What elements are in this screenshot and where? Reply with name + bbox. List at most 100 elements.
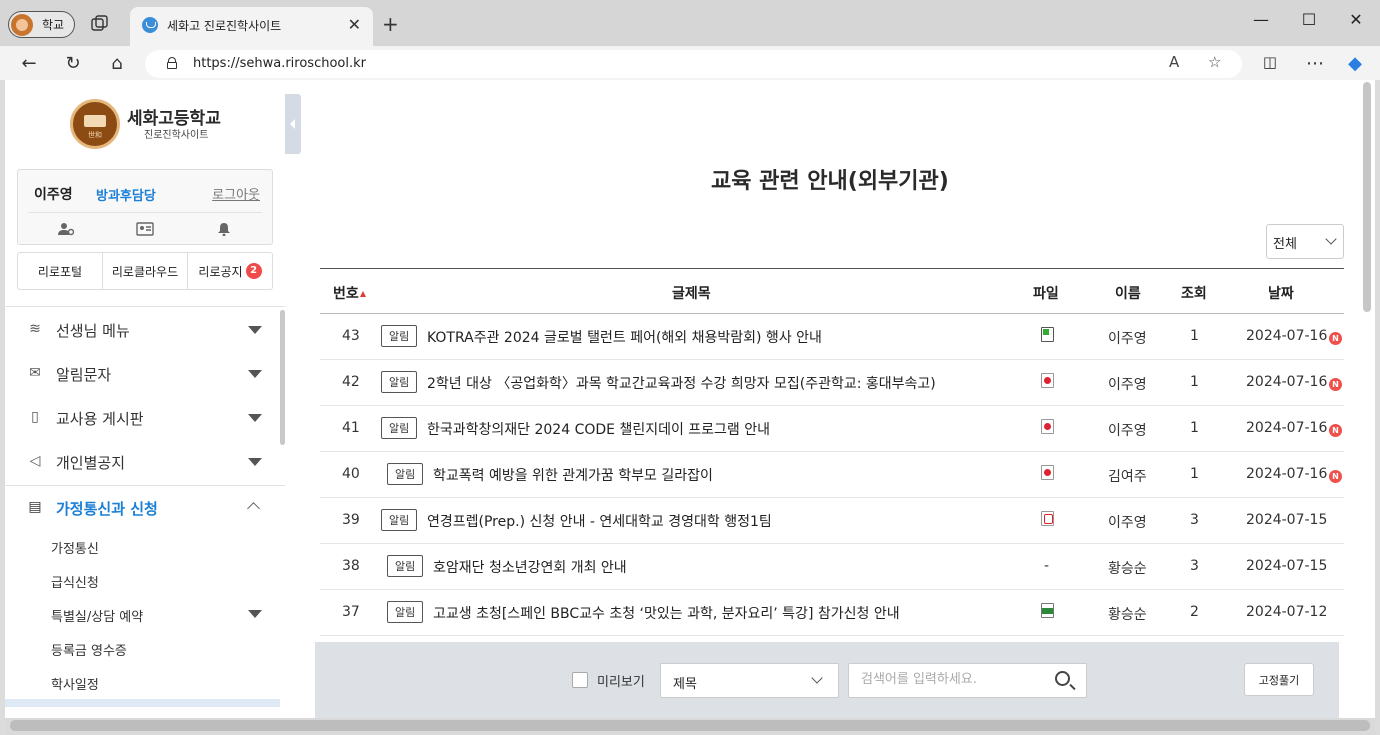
col-header-file: 파일: [1033, 286, 1059, 302]
caret-down-icon: [248, 326, 262, 334]
new-badge: N: [1329, 378, 1342, 391]
menu-label: 알림문자: [56, 366, 112, 384]
notice-count-badge: 2: [245, 263, 262, 279]
new-tab-icon[interactable]: +: [382, 12, 399, 36]
row-number: 37: [342, 604, 360, 620]
sidebar-scrollbar[interactable]: [280, 310, 285, 445]
url-text[interactable]: https://sehwa.riroschool.kr: [193, 56, 366, 71]
preview-checkbox[interactable]: [572, 672, 588, 688]
row-number: 41: [342, 420, 360, 436]
id-card-icon[interactable]: [136, 222, 154, 236]
xls-icon[interactable]: [1041, 603, 1054, 618]
author-name: 황승순: [1108, 607, 1147, 623]
riro-notice-link[interactable]: 리로공지 2: [188, 253, 272, 289]
split-screen-icon[interactable]: ◫: [1259, 53, 1281, 71]
read-aloud-icon[interactable]: A: [1169, 53, 1179, 71]
site-favicon-icon: [142, 17, 158, 33]
maximize-icon[interactable]: ☐: [1299, 10, 1319, 29]
col-header-number[interactable]: 번호: [333, 283, 366, 303]
scrollbar-thumb[interactable]: [10, 720, 1370, 731]
caret-down-icon[interactable]: [248, 610, 262, 618]
search-field-value: 제목: [673, 677, 697, 692]
post-title-link[interactable]: 고교생 초청[스페인 BBC교수 초청 ‘맛있는 과학, 분자요리’ 특강] 참…: [433, 603, 900, 623]
menu-home-letters[interactable]: ▤ 가정통신과 신청: [5, 486, 280, 530]
bell-icon[interactable]: [216, 222, 232, 237]
table-row[interactable]: 43 알림 KOTRA주관 2024 글로벌 탤런트 페어(해외 채용박람회) …: [320, 314, 1344, 360]
active-tab[interactable]: 세화고 진로진학사이트 ✕: [130, 7, 373, 46]
table-row[interactable]: 39 알림 연경프렙(Prep.) 신청 안내 - 연세대학교 경영대학 행정1…: [320, 498, 1344, 544]
riro-cloud-link[interactable]: 리로클라우드: [103, 253, 188, 289]
document-icon: ▤: [28, 499, 42, 515]
favorite-star-icon[interactable]: ☆: [1208, 53, 1221, 71]
copilot-icon[interactable]: ◆: [1344, 53, 1366, 74]
post-title-link[interactable]: 2학년 대상 〈공업화학〉과목 학교간교육과정 수강 희망자 모집(주관학교: …: [427, 373, 936, 393]
menu-notification-sms[interactable]: ✉ 알림문자: [5, 352, 280, 396]
tab-close-icon[interactable]: ✕: [348, 15, 361, 34]
home-icon[interactable]: ⌂: [106, 53, 128, 74]
row-number: 43: [342, 328, 360, 344]
user-box: 이주영 방과후담당 로그아웃: [17, 169, 273, 245]
more-menu-icon[interactable]: ⋯: [1304, 53, 1326, 74]
school-subtitle: 진로진학사이트: [144, 130, 209, 141]
table-row[interactable]: 41 알림 한국과학창의재단 2024 CODE 챌린지데이 프로그램 안내 이…: [320, 406, 1344, 452]
menu-teacher[interactable]: ≋ 선생님 메뉴: [5, 308, 280, 352]
preview-label[interactable]: 미리보기: [597, 671, 645, 690]
lock-icon[interactable]: [167, 57, 177, 69]
workspaces-icon[interactable]: [91, 15, 109, 31]
submenu-room-reservation[interactable]: 특별실/상담 예약: [51, 606, 143, 625]
view-count: 1: [1190, 374, 1199, 390]
post-date: 2024-07-15: [1246, 512, 1328, 528]
quicklink-label: 리로공지: [198, 264, 243, 279]
search-field-select[interactable]: 제목: [660, 663, 839, 698]
hwp-icon[interactable]: [1041, 373, 1054, 388]
refresh-icon[interactable]: ↻: [62, 53, 84, 74]
menu-personal-notice[interactable]: ◁ 개인별공지: [5, 440, 280, 484]
mail-icon: ✉: [29, 365, 41, 381]
submenu-meal-apply[interactable]: 급식신청: [51, 572, 99, 591]
notice-tag: 알림: [381, 417, 418, 439]
unpin-label: 고정풀기: [1258, 673, 1300, 687]
post-date: 2024-07-16: [1246, 420, 1328, 436]
caret-down-icon: [248, 370, 262, 378]
post-title-link[interactable]: 학교폭력 예방을 위한 관계가꿈 학부모 길라잡이: [433, 465, 713, 485]
search-input-box[interactable]: [848, 663, 1087, 698]
page-scrollbar[interactable]: [1363, 82, 1371, 312]
submenu-home-letter[interactable]: 가정통신: [51, 538, 99, 557]
col-label: 번호: [333, 286, 359, 302]
table-row[interactable]: 37 알림 고교생 초청[스페인 BBC교수 초청 ‘맛있는 과학, 분자요리’…: [320, 590, 1344, 636]
search-icon[interactable]: [1055, 671, 1070, 686]
post-title-link[interactable]: 연경프렙(Prep.) 신청 안내 - 연세대학교 경영대학 행정1팀: [427, 511, 772, 531]
url-bar[interactable]: https://sehwa.riroschool.kr A ☆: [145, 50, 1242, 78]
logout-link[interactable]: 로그아웃: [212, 184, 260, 203]
table-row[interactable]: 40 알림 학교폭력 예방을 위한 관계가꿈 학부모 길라잡이 김여주 1 20…: [320, 452, 1344, 498]
post-title-link[interactable]: KOTRA주관 2024 글로벌 탤런트 페어(해외 채용박람회) 행사 안내: [427, 327, 822, 347]
close-window-icon[interactable]: ✕: [1346, 10, 1366, 29]
row-number: 38: [342, 558, 360, 574]
submenu-academic-calendar[interactable]: 학사일정: [51, 674, 99, 693]
unpin-button[interactable]: 고정풀기: [1244, 663, 1314, 696]
post-title-link[interactable]: 한국과학창의재단 2024 CODE 챌린지데이 프로그램 안내: [427, 419, 770, 439]
xls-icon[interactable]: [1041, 327, 1054, 342]
post-title-link[interactable]: 호암재단 청소년강연회 개최 안내: [433, 557, 627, 577]
profile-button[interactable]: 학교: [8, 11, 75, 38]
user-settings-icon[interactable]: [58, 222, 75, 236]
horizontal-scrollbar[interactable]: [5, 718, 1375, 735]
back-icon[interactable]: ←: [18, 53, 40, 74]
table-row[interactable]: 42 알림 2학년 대상 〈공업화학〉과목 학교간교육과정 수강 희망자 모집(…: [320, 360, 1344, 406]
chevron-up-icon: [247, 502, 260, 515]
submenu-tuition-receipt[interactable]: 등록금 영수증: [51, 640, 127, 659]
pdf-icon[interactable]: [1041, 511, 1054, 526]
table-row[interactable]: 38 알림 호암재단 청소년강연회 개최 안내 - 황승순 3 2024-07-…: [320, 544, 1344, 590]
sidebar-collapse-button[interactable]: [285, 94, 301, 154]
hwp-icon[interactable]: [1041, 465, 1054, 480]
caret-down-icon: [248, 458, 262, 466]
school-logo[interactable]: 世和: [70, 99, 120, 149]
minimize-icon[interactable]: —: [1251, 10, 1271, 29]
riro-portal-link[interactable]: 리로포털: [18, 253, 103, 289]
category-filter-select[interactable]: 전체: [1266, 224, 1344, 259]
post-date: 2024-07-16: [1246, 328, 1328, 344]
search-input[interactable]: [861, 672, 1041, 687]
hwp-icon[interactable]: [1041, 419, 1054, 434]
menu-teacher-board[interactable]: ▯ 교사용 게시판: [5, 396, 280, 440]
sort-arrow-icon: [359, 291, 366, 297]
